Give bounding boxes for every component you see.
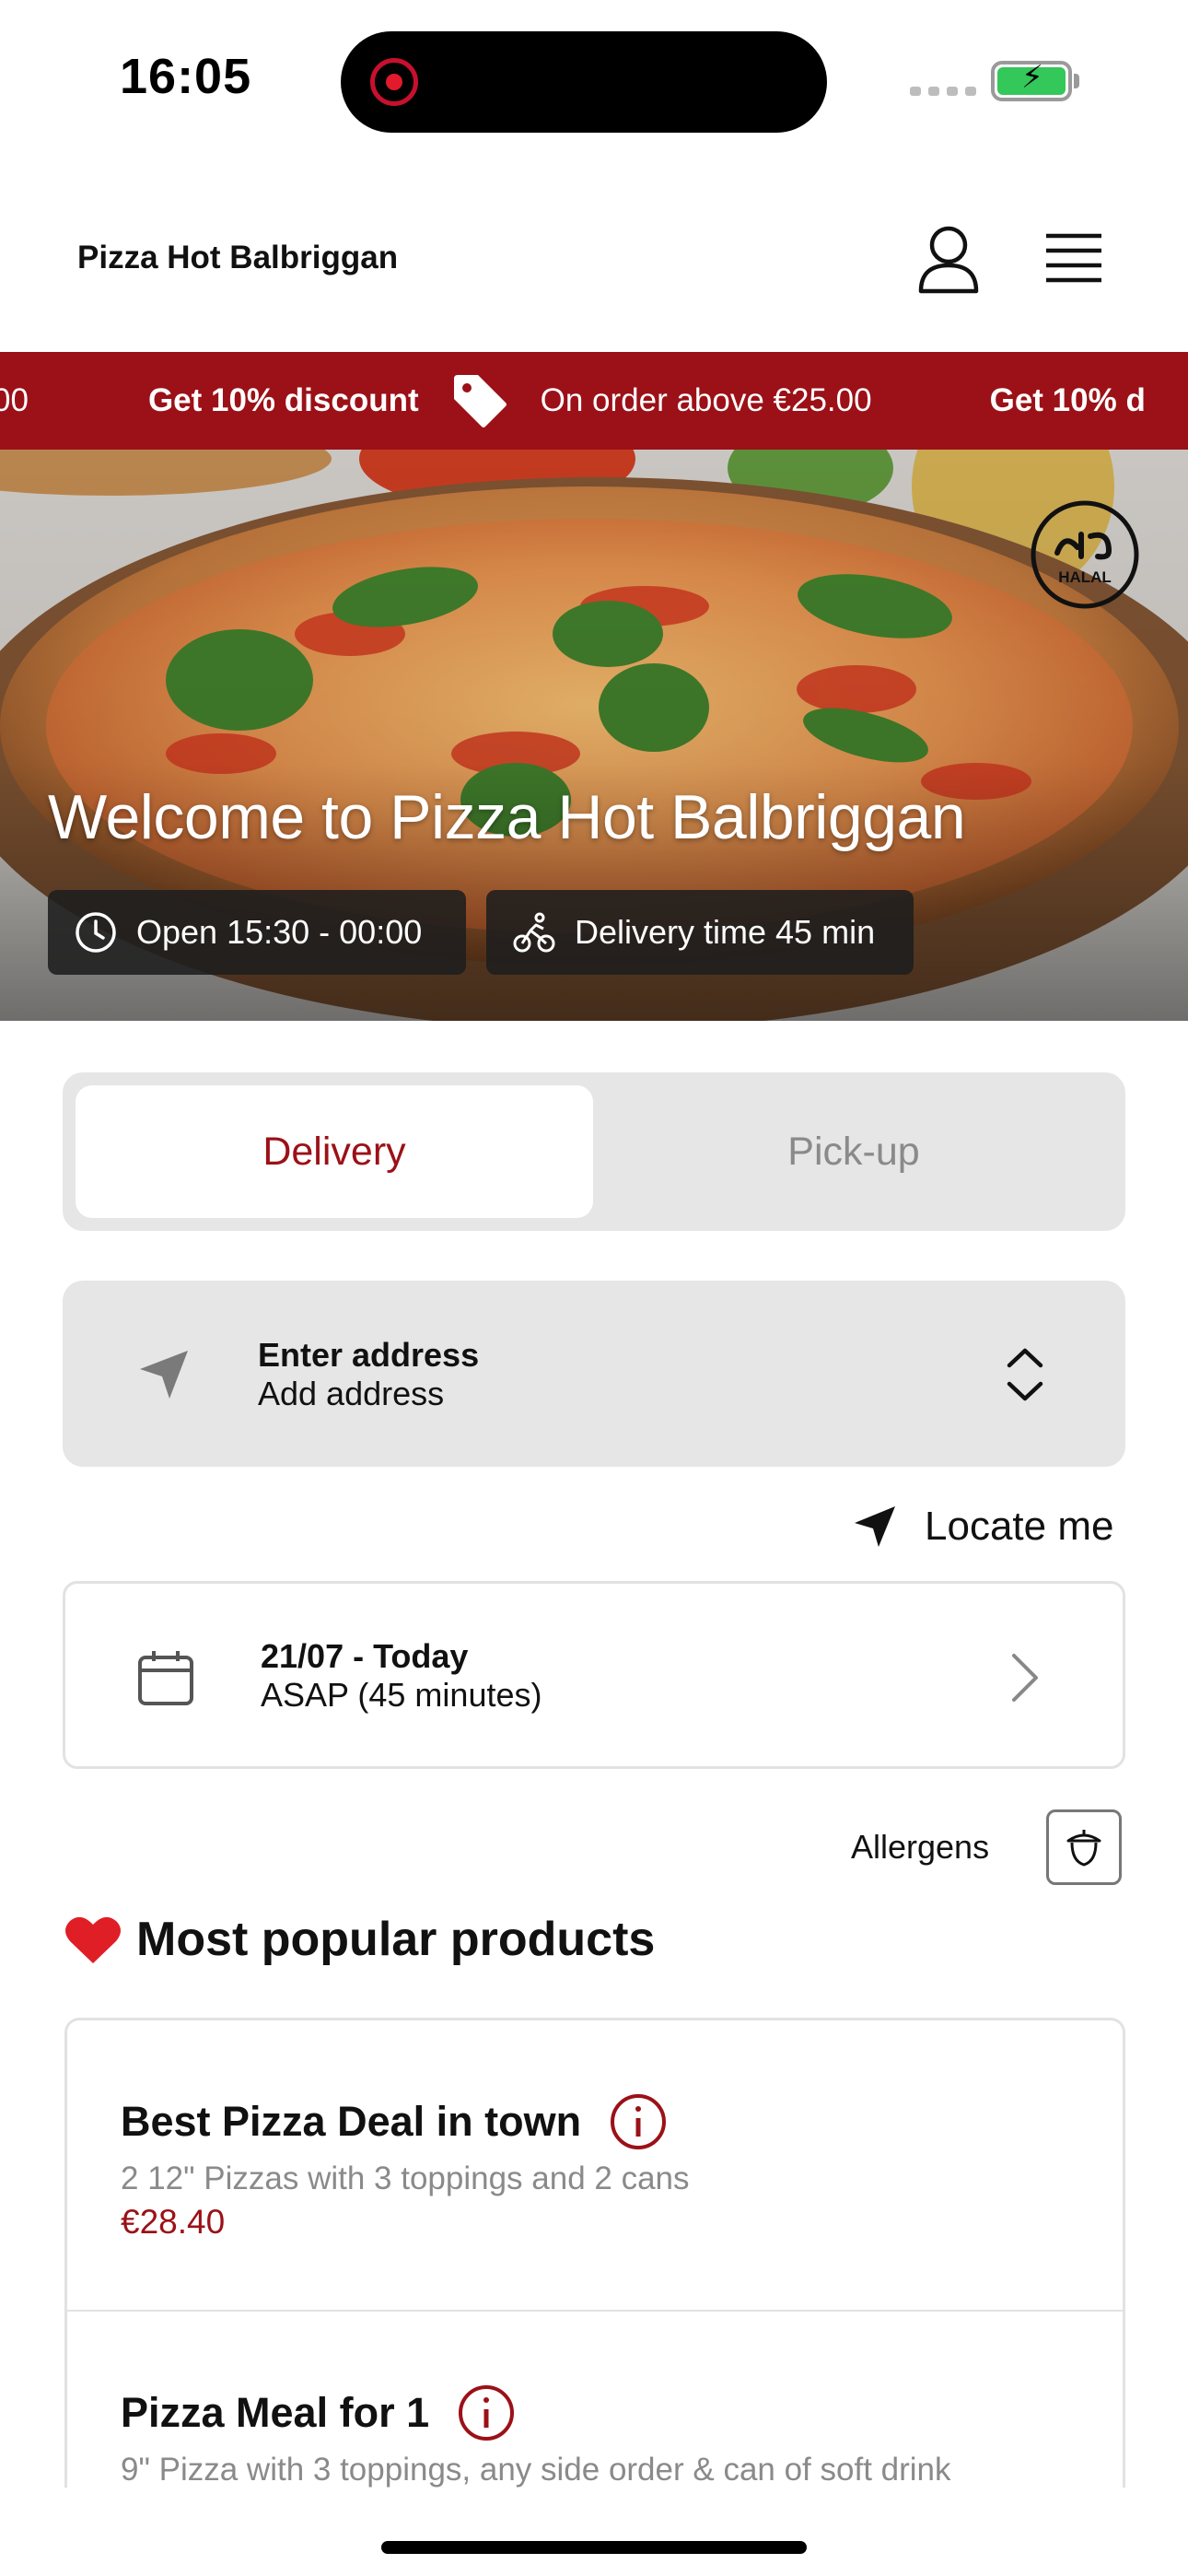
- popular-products-title: Most popular products: [136, 1913, 656, 1966]
- delivery-schedule-selector[interactable]: 21/07 - Today ASAP (45 minutes): [63, 1581, 1125, 1769]
- tab-pickup[interactable]: Pick-up: [595, 1085, 1112, 1218]
- product-name: Best Pizza Deal in town: [121, 2098, 582, 2145]
- promo-fragment-end: Get 10% d: [989, 382, 1146, 418]
- app-header: Pizza Hot Balbriggan: [0, 184, 1188, 350]
- product-description: 2 12" Pizzas with 3 toppings and 2 cans: [121, 2160, 690, 2196]
- battery-cap: [1074, 74, 1079, 88]
- restaurant-title: Pizza Hot Balbriggan: [77, 240, 399, 275]
- acorn-icon: [1066, 1830, 1101, 1867]
- allergens-filter-button[interactable]: [1046, 1809, 1122, 1885]
- home-indicator[interactable]: [381, 2541, 807, 2554]
- promo-condition-text: On order above €25.00: [540, 382, 872, 418]
- price-tag-icon: [453, 375, 507, 427]
- tab-delivery[interactable]: Delivery: [76, 1085, 593, 1218]
- location-arrow-icon: [855, 1506, 895, 1547]
- promo-discount-text: Get 10% discount: [147, 382, 419, 418]
- product-card[interactable]: Best Pizza Deal in town 2 12" Pizzas wit…: [67, 2020, 1123, 2310]
- recording-indicator-icon: [370, 58, 418, 106]
- locate-me-label: Locate me: [925, 1504, 1114, 1549]
- schedule-time: ASAP (45 minutes): [261, 1676, 542, 1714]
- product-card[interactable]: Pizza Meal for 1 9" Pizza with 3 topping…: [67, 2310, 1123, 2488]
- chevron-up-down-icon: [1007, 1348, 1043, 1401]
- order-type-toggle: Delivery Pick-up: [63, 1072, 1125, 1231]
- calendar-icon: [138, 1651, 193, 1705]
- chevron-right-icon: [1012, 1654, 1038, 1702]
- battery-icon: ⚡: [991, 61, 1072, 101]
- halal-badge-text: HALAL: [1058, 568, 1112, 586]
- opening-hours-text: Open 15:30 - 00:00: [136, 913, 423, 951]
- info-icon[interactable]: [457, 2383, 516, 2442]
- halal-badge-icon: HALAL: [1031, 500, 1139, 609]
- locate-me-button[interactable]: Locate me: [851, 1494, 1113, 1559]
- promo-banner[interactable]: 00 Get 10% discount On order above €25.0…: [0, 352, 1188, 450]
- cyclist-icon: [513, 912, 555, 953]
- location-arrow-icon: [140, 1351, 188, 1399]
- hero-banner: HALAL Welcome to Pizza Hot Balbriggan Op…: [0, 450, 1188, 1021]
- schedule-date: 21/07 - Today: [261, 1637, 469, 1675]
- cellular-signal-icon: [910, 87, 976, 96]
- status-time: 16:05: [120, 49, 252, 104]
- info-icon[interactable]: [609, 2092, 668, 2151]
- product-list: Best Pizza Deal in town 2 12" Pizzas wit…: [64, 2018, 1125, 2488]
- address-selector[interactable]: Enter address Add address: [63, 1281, 1125, 1467]
- hamburger-menu-icon[interactable]: [1044, 232, 1103, 284]
- popular-products-heading: Most popular products: [64, 1907, 655, 1972]
- promo-fragment-start: 00: [0, 382, 29, 418]
- address-subtitle: Add address: [258, 1375, 445, 1412]
- delivery-time-text: Delivery time 45 min: [575, 913, 876, 951]
- status-bar: 16:05 ⚡: [0, 0, 1188, 166]
- address-title: Enter address: [258, 1336, 480, 1374]
- allergens-label: Allergens: [851, 1828, 990, 1866]
- clock-icon: [76, 912, 116, 953]
- delivery-time-pill: Delivery time 45 min: [486, 890, 914, 975]
- product-price: €28.40: [121, 2203, 226, 2241]
- product-description: 9" Pizza with 3 toppings, any side order…: [121, 2452, 951, 2488]
- account-icon[interactable]: [917, 225, 980, 295]
- heart-icon: [65, 1916, 121, 1963]
- product-name: Pizza Meal for 1: [121, 2389, 430, 2436]
- welcome-title: Welcome to Pizza Hot Balbriggan: [48, 782, 966, 852]
- opening-hours-pill: Open 15:30 - 00:00: [48, 890, 466, 975]
